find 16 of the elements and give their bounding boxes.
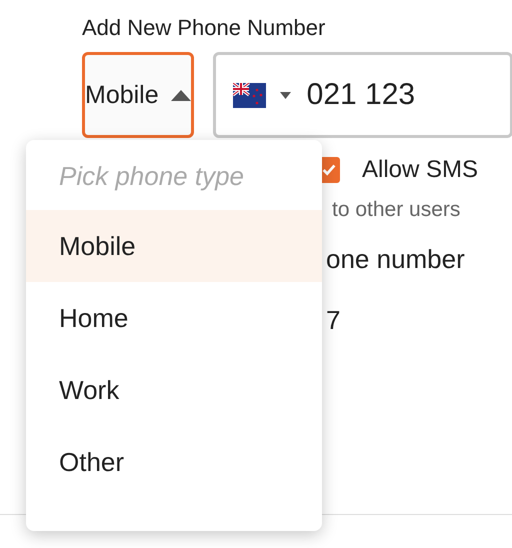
dropdown-option[interactable]: Work <box>26 354 322 426</box>
form-heading: Add New Phone Number <box>82 14 326 42</box>
dropdown-option[interactable]: Home <box>26 282 322 354</box>
field-label: one number <box>326 244 466 275</box>
phone-field[interactable]: 021 123 <box>212 52 512 138</box>
hint-text: to other users <box>332 198 462 222</box>
dropdown-option[interactable]: Other <box>26 426 322 498</box>
menu-prompt: Pick phone type <box>58 160 246 193</box>
field-value: 7 <box>326 305 342 336</box>
caret-icon[interactable] <box>280 92 291 98</box>
phone-number: 021 123 <box>306 78 416 112</box>
checkbox-label: Allow SMS <box>362 156 478 184</box>
dropdown-option[interactable]: Mobile <box>26 210 322 282</box>
flag-icon <box>232 82 266 108</box>
caret-icon <box>170 90 191 100</box>
phone-type-select[interactable]: Mobile <box>82 52 194 138</box>
